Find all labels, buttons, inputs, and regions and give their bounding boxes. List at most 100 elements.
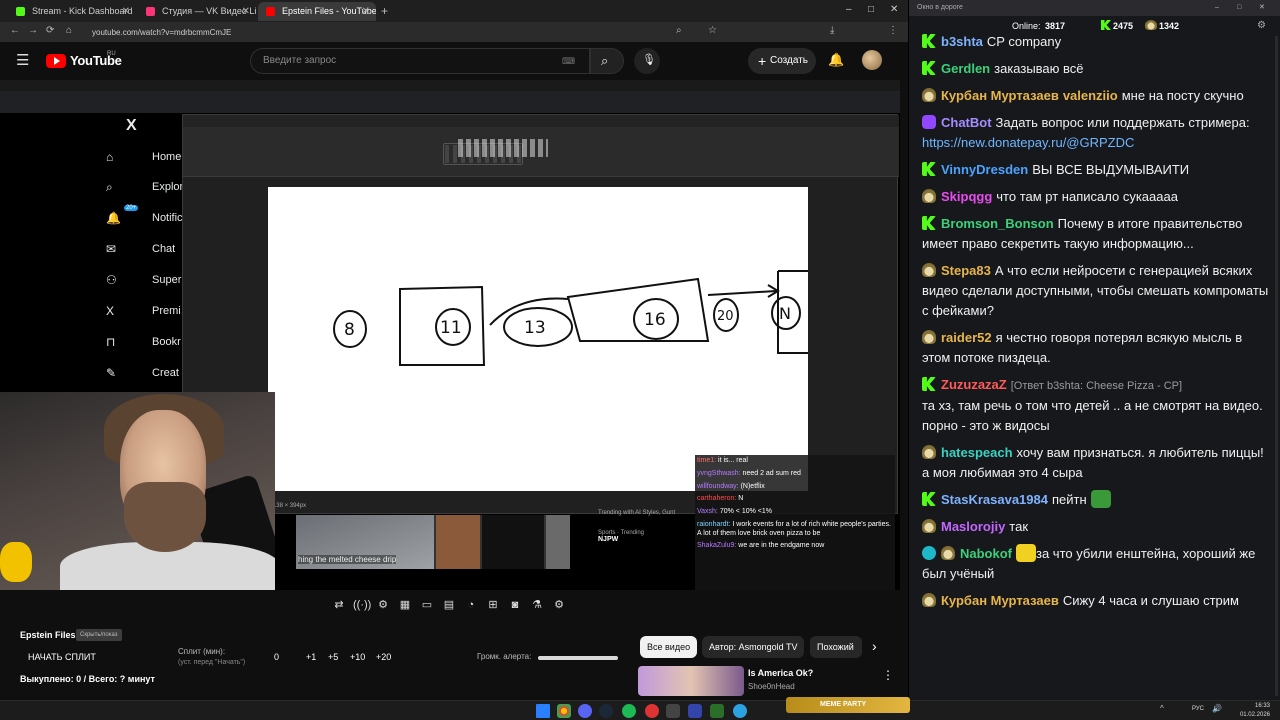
- telegram-icon[interactable]: [733, 704, 747, 718]
- grid-icon[interactable]: ▤: [441, 597, 457, 613]
- back-icon[interactable]: ←: [10, 25, 20, 36]
- youtube-logo-icon[interactable]: [46, 54, 66, 68]
- hide-show-badge[interactable]: Скрыть/показ: [76, 629, 122, 641]
- home-icon[interactable]: ⌂: [66, 25, 72, 36]
- broadcast-icon[interactable]: ((·)): [353, 597, 371, 613]
- suggested-channel[interactable]: Shoe0nHead: [748, 682, 795, 691]
- inner-tab-strip: [0, 80, 900, 91]
- url-field[interactable]: youtube.com/watch?v=mdrbcmmCmJE: [92, 25, 652, 40]
- chevron-right-icon[interactable]: ›: [872, 638, 877, 654]
- chat-username[interactable]: Stepa83: [941, 263, 991, 278]
- video-settings-icon[interactable]: ⚙: [375, 597, 391, 613]
- loop-icon[interactable]: ⇄: [331, 597, 347, 613]
- search-button[interactable]: ⌕: [590, 48, 624, 74]
- chat-username[interactable]: Maslorojiy: [941, 519, 1005, 534]
- tray-chevron-icon[interactable]: ^: [1160, 704, 1164, 713]
- increment-20-button[interactable]: +20: [376, 652, 391, 662]
- avatar[interactable]: [862, 50, 882, 70]
- maximize-icon[interactable]: □: [868, 4, 874, 15]
- speed-icon[interactable]: ◔: [463, 597, 479, 613]
- chip-similar[interactable]: Похожий: [810, 636, 862, 658]
- forward-icon[interactable]: →: [28, 25, 38, 36]
- terminal-icon[interactable]: [666, 704, 680, 718]
- diagram-label-n: N: [779, 304, 791, 323]
- app-icon[interactable]: [710, 704, 724, 718]
- recording-app-icon[interactable]: [645, 704, 659, 718]
- close-icon[interactable]: ✕: [362, 2, 370, 21]
- screenshot-icon[interactable]: ◙: [507, 597, 523, 613]
- discord-icon[interactable]: [578, 704, 592, 718]
- zoom-icon[interactable]: ⌕: [676, 25, 682, 36]
- steam-icon[interactable]: [599, 704, 613, 718]
- tab-vk-studio[interactable]: Студия — VK Видео Live ✕: [138, 2, 256, 21]
- chat-username[interactable]: hatespeach: [941, 445, 1013, 460]
- alert-volume-slider[interactable]: [538, 656, 618, 660]
- chat-username[interactable]: Курбан Муртазаев: [941, 593, 1059, 608]
- volume-icon[interactable]: 🔊: [1212, 704, 1222, 713]
- chat-username[interactable]: Gerdlen: [941, 61, 990, 76]
- chat-username[interactable]: Nabokof: [960, 546, 1012, 561]
- lab-flask-icon[interactable]: ⚗: [529, 597, 545, 613]
- window-close-icon[interactable]: ✕: [890, 4, 898, 15]
- suggested-video[interactable]: Is America Ok? Shoe0nHead ⋮: [638, 666, 900, 700]
- create-button[interactable]: + Создать: [748, 48, 816, 74]
- browser-menu-icon[interactable]: ⋮: [888, 25, 898, 36]
- chat-username[interactable]: b3shta: [941, 34, 983, 49]
- colors-palette: [458, 139, 548, 157]
- close-icon[interactable]: ✕: [242, 2, 250, 21]
- chat-text: что там рт написало сукааааа: [996, 189, 1178, 204]
- bookmark-star-icon[interactable]: ☆: [708, 25, 717, 36]
- system-clock[interactable]: 16:33 01.02.2026: [1240, 702, 1270, 720]
- chat-username[interactable]: ChatBot: [941, 115, 992, 130]
- notifications-bell-icon[interactable]: 🔔: [828, 52, 844, 68]
- maximize-icon[interactable]: □: [1237, 0, 1241, 16]
- hamburger-menu-icon[interactable]: ☰: [16, 51, 29, 69]
- chat-username[interactable]: Bromson_Bonson: [941, 216, 1054, 231]
- chat-username[interactable]: VinnyDresden: [941, 162, 1028, 177]
- clip-icon[interactable]: ▦: [397, 597, 413, 613]
- increment-5-button[interactable]: +5: [328, 652, 338, 662]
- spotify-icon[interactable]: [622, 704, 636, 718]
- chip-all-videos[interactable]: Все видео: [640, 636, 698, 658]
- more-menu-icon[interactable]: ⋮: [882, 668, 894, 682]
- close-icon[interactable]: ✕: [1259, 0, 1265, 16]
- download-icon[interactable]: ⤓: [830, 25, 834, 36]
- minimize-icon[interactable]: –: [846, 4, 852, 15]
- split-value[interactable]: 0: [274, 652, 279, 662]
- new-tab-icon[interactable]: +: [381, 4, 388, 18]
- tab-kick-dashboard[interactable]: Stream - Kick Dashboard ✕: [8, 2, 136, 21]
- chat-username[interactable]: Курбан Муртазаев: [941, 88, 1059, 103]
- windows-start-icon[interactable]: [536, 704, 550, 718]
- chat-username[interactable]: raider52: [941, 330, 992, 345]
- chrome-icon[interactable]: [557, 704, 571, 718]
- video-player[interactable]: X ⌂ Home ⌕ Explor 🔔 20+ Notific ✉ Chat ⚇…: [0, 80, 900, 590]
- increment-10-button[interactable]: +10: [350, 652, 365, 662]
- x-nav-super: Super: [152, 274, 182, 286]
- chat-username[interactable]: StasKrasava1984: [941, 492, 1048, 507]
- voice-search-button[interactable]: 🎙: [634, 48, 660, 74]
- search-input[interactable]: Введите запрос ⌨: [250, 48, 590, 74]
- keyboard-icon[interactable]: ⌨: [562, 49, 575, 73]
- picture-in-picture-icon[interactable]: ▭: [419, 597, 435, 613]
- language-indicator[interactable]: РУС: [1192, 706, 1204, 712]
- chip-author[interactable]: Автор: Asmongold TV: [702, 636, 805, 658]
- chat-username[interactable]: Skipqgg: [941, 189, 992, 204]
- chat-username[interactable]: valenziio: [1063, 88, 1118, 103]
- minimize-icon[interactable]: –: [1215, 0, 1219, 16]
- media-app-icon[interactable]: [688, 704, 702, 718]
- increment-1-button[interactable]: +1: [306, 652, 316, 662]
- chat-username[interactable]: ZuzuzazaZ: [941, 377, 1007, 392]
- start-split-button[interactable]: НАЧАТЬ СПЛИТ: [28, 652, 96, 662]
- chat-link[interactable]: https://new.donatepay.ru/@GRPZDC: [922, 135, 1134, 150]
- add-queue-icon[interactable]: ⊞: [485, 597, 501, 613]
- windows-taskbar: ^ РУС 🔊 16:33 01.02.2026: [0, 700, 1280, 720]
- chat-scrollbar[interactable]: [1275, 36, 1278, 696]
- suggested-thumbnail[interactable]: [638, 666, 744, 696]
- chat-icon: ✉: [106, 242, 117, 256]
- tab-youtube-epstein[interactable]: Epstein Files - YouTube ✕: [258, 2, 376, 21]
- gear-icon[interactable]: ⚙: [551, 597, 567, 613]
- close-icon[interactable]: ✕: [122, 2, 130, 21]
- suggested-title[interactable]: Is America Ok?: [748, 668, 813, 678]
- trend-line-3: NJPW: [598, 536, 619, 543]
- reload-icon[interactable]: ⟳: [46, 25, 54, 36]
